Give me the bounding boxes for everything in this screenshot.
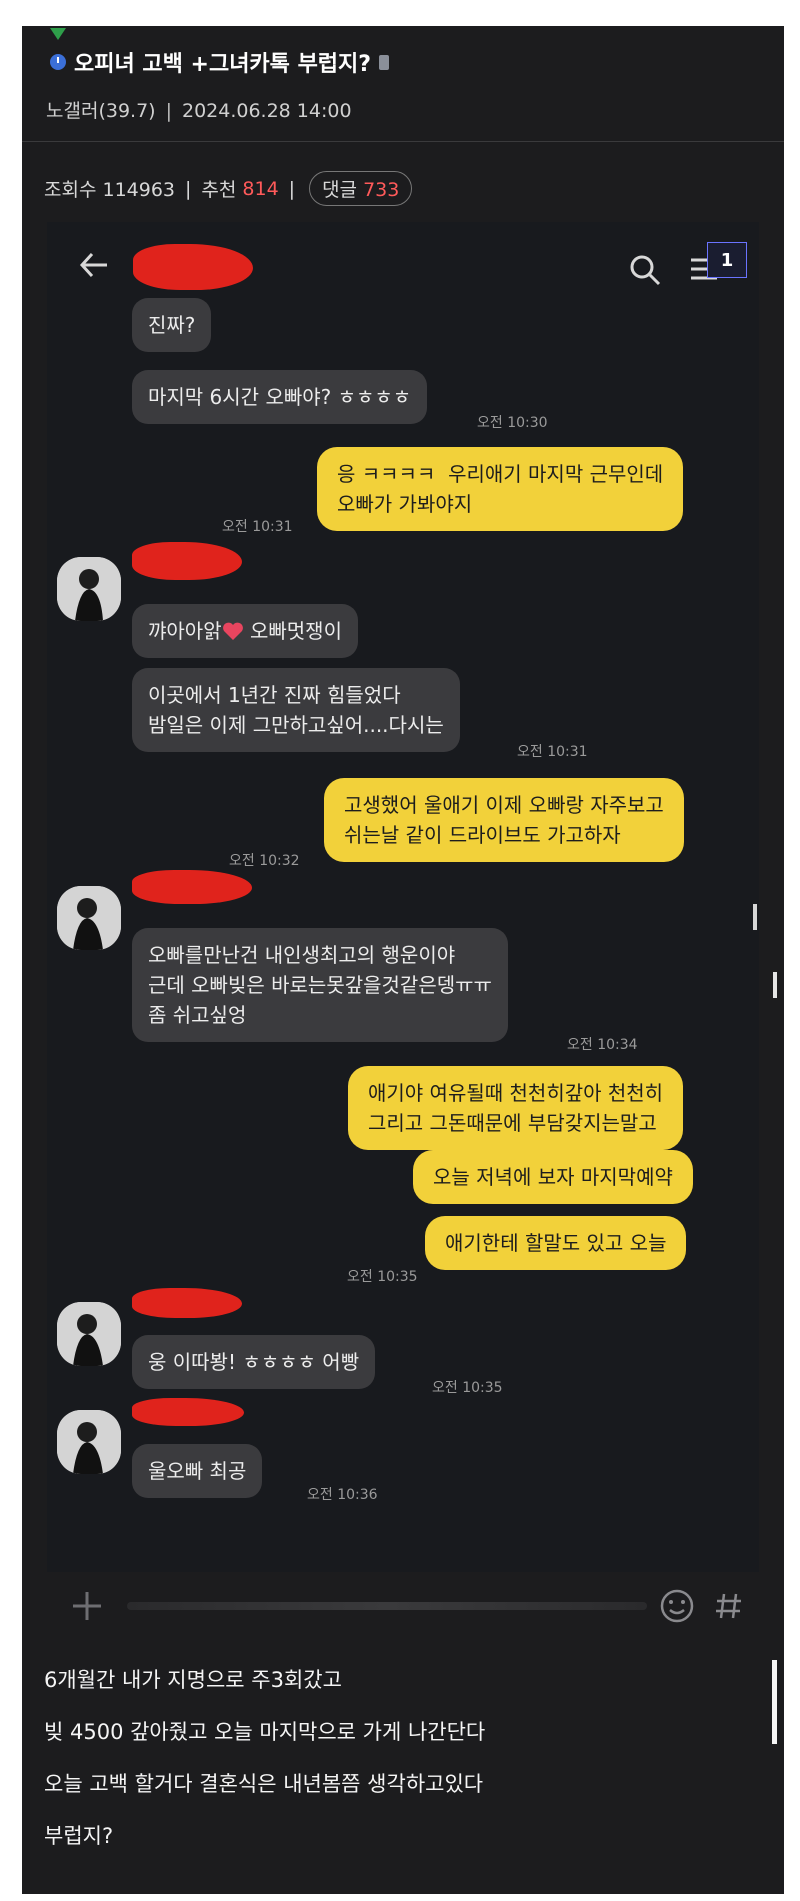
body-line: 오늘 고백 할거다 결혼식은 내년봄쯤 생각하고있다	[44, 1772, 484, 1796]
text-scrollbar[interactable]	[772, 1660, 777, 1744]
author-name[interactable]: 노갤러(39.7)	[46, 100, 156, 122]
chat-message-out: 오늘 저녁에 보자 마지막예약	[413, 1150, 693, 1204]
title-row: 오피녀 고백 +그녀카톡 부럽지?	[50, 46, 390, 78]
message-time: 오전 10:30	[477, 415, 548, 431]
chat-message-in: 웅 이따봥! ㅎㅎㅎㅎ 어빵	[132, 1335, 376, 1389]
search-icon[interactable]	[627, 252, 663, 288]
message-time: 오전 10:34	[567, 1037, 638, 1053]
mobile-icon	[379, 54, 390, 70]
recommend-label: 추천	[201, 179, 237, 201]
view-count: 조회수 114963	[44, 179, 176, 201]
body-line: 6개월간 내가 지명으로 주3회갔고	[44, 1668, 342, 1692]
chat-message-in: 꺄아아앍 오빠멋쟁이	[132, 604, 358, 658]
hash-icon[interactable]	[709, 1586, 749, 1626]
chat-screenshot: 1 진짜? 마지막 6시간 오빠야? ㅎㅎㅎㅎ 오전 10:30 응 ㅋㅋㅋㅋ …	[47, 222, 759, 1572]
green-triangle-icon	[50, 28, 66, 40]
chat-input-bar	[47, 1572, 759, 1640]
chat-scrollbar[interactable]	[753, 904, 757, 930]
avatar	[57, 1302, 121, 1366]
stats-divider: |	[288, 177, 296, 200]
message-text: 꺄아아앍	[148, 619, 222, 643]
body-line: 빚 4500 갚아줬고 오늘 마지막으로 가게 나간단다	[44, 1720, 486, 1744]
avatar	[57, 557, 121, 621]
post-datetime: 2024.06.28 14:00	[181, 100, 352, 122]
chat-message-out: 애기야 여유될때 천천히갚아 천천히 그리고 그돈때문에 부담갖지는말고	[348, 1066, 684, 1150]
back-arrow-icon[interactable]	[77, 248, 111, 282]
message-time: 오전 10:31	[222, 519, 293, 535]
plus-icon[interactable]	[67, 1586, 107, 1626]
avatar	[57, 886, 121, 950]
chat-message-out: 응 ㅋㅋㅋㅋ 우리애기 마지막 근무인데 오빠가 가봐야지	[317, 447, 684, 531]
chat-message-in: 오빠를만난건 내인생최고의 행운이야 근데 오빠빚은 바로는못갚을것같은뎅ㅠㅠ …	[132, 928, 508, 1042]
chat-message-in: 울오빠 최공	[132, 1444, 263, 1498]
message-time: 오전 10:35	[432, 1380, 503, 1396]
chat-message-out: 고생했어 울애기 이제 오빠랑 자주보고 쉬는날 같이 드라이브도 가고하자	[324, 778, 684, 862]
message-time: 오전 10:35	[347, 1269, 418, 1285]
redacted-name-mark	[133, 244, 253, 290]
chat-message-in: 이곳에서 1년간 진짜 힘들었다 밤일은 이제 그만하고싶어....다시는	[132, 668, 460, 752]
message-time: 오전 10:32	[229, 853, 300, 869]
redacted-name-mark	[132, 1398, 244, 1426]
post-title: 오피녀 고백 +그녀카톡 부럽지?	[74, 52, 372, 77]
post-frame: 오피녀 고백 +그녀카톡 부럽지? 노갤러(39.7) | 2024.06.28 1…	[22, 26, 784, 1894]
comment-button[interactable]: 댓글 733	[309, 171, 413, 206]
message-time: 오전 10:36	[307, 1487, 378, 1503]
redacted-name-mark	[132, 1288, 242, 1318]
chat-message-out: 애기한테 할말도 있고 오늘	[425, 1216, 687, 1270]
message-text: 오빠멋쟁이	[243, 619, 342, 643]
stats-divider: |	[185, 177, 192, 200]
comment-label: 댓글	[322, 179, 358, 201]
comment-count: 733	[363, 179, 400, 201]
post-stats: 조회수 114963 | 추천 814 | 댓글 733	[44, 171, 413, 206]
page-scrollbar[interactable]	[773, 972, 777, 998]
emoji-icon[interactable]	[657, 1586, 697, 1626]
post-header: 오피녀 고백 +그녀카톡 부럽지? 노갤러(39.7) | 2024.06.28 1…	[22, 26, 784, 142]
heart-icon	[222, 622, 243, 640]
recommend-count: 814	[242, 177, 279, 200]
chat-message-in: 마지막 6시간 오빠야? ㅎㅎㅎㅎ	[132, 370, 428, 424]
redacted-name-mark	[132, 542, 242, 580]
page-badge: 1	[707, 242, 747, 278]
post-body: 6개월간 내가 지명으로 주3회갔고 빚 4500 갚아줬고 오늘 마지막으로 …	[44, 1654, 485, 1862]
message-time: 오전 10:31	[517, 744, 588, 760]
chat-message-in: 진짜?	[132, 298, 212, 352]
post-meta: 노갤러(39.7) | 2024.06.28 14:00	[46, 96, 352, 123]
meta-divider: |	[165, 100, 172, 122]
redacted-name-mark	[132, 870, 252, 904]
input-placeholder-blur[interactable]	[127, 1602, 647, 1610]
body-line: 부럽지?	[44, 1824, 114, 1848]
clock-icon	[50, 54, 66, 70]
avatar	[57, 1410, 121, 1474]
